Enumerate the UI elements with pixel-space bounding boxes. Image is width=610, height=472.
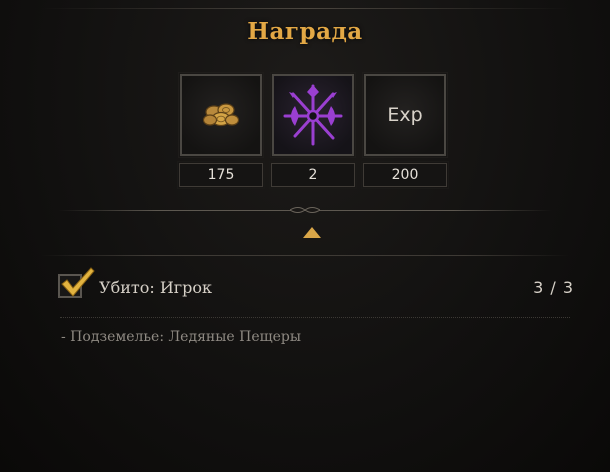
objective-text: Убито: Игрок [99,278,213,297]
gold-coins-icon [202,103,240,127]
reward-box [178,72,264,158]
quest-reward-panel: Награда 175 2 Exp 200 Убито: Игрок 3 / 3… [0,0,610,472]
location-text: - Подземелье: Ледяные Пещеры [61,329,302,345]
reward-slot-exp[interactable]: Exp 200 [361,72,449,189]
reward-slot-gold[interactable]: 175 [177,72,265,189]
reward-box [270,72,356,158]
exp-icon: Exp [387,104,423,126]
reward-count: 2 [269,161,357,189]
objective-row: Убито: Игрок 3 / 3 [56,267,574,306]
purple-weapons-emblem-icon [283,84,343,146]
dotted-separator [60,317,570,318]
divider-ornament-icon [290,207,320,213]
reward-count: 175 [177,161,265,189]
top-divider [40,8,570,9]
objective-progress: 3 / 3 [533,278,574,297]
reward-count: 200 [361,161,449,189]
reward-slot-emblem[interactable]: 2 [269,72,357,189]
reward-box: Exp [362,72,448,158]
collapse-arrow-icon[interactable] [303,227,321,238]
checkmark-icon [61,267,95,297]
section-divider [40,255,570,256]
reward-title: Награда [247,18,363,45]
